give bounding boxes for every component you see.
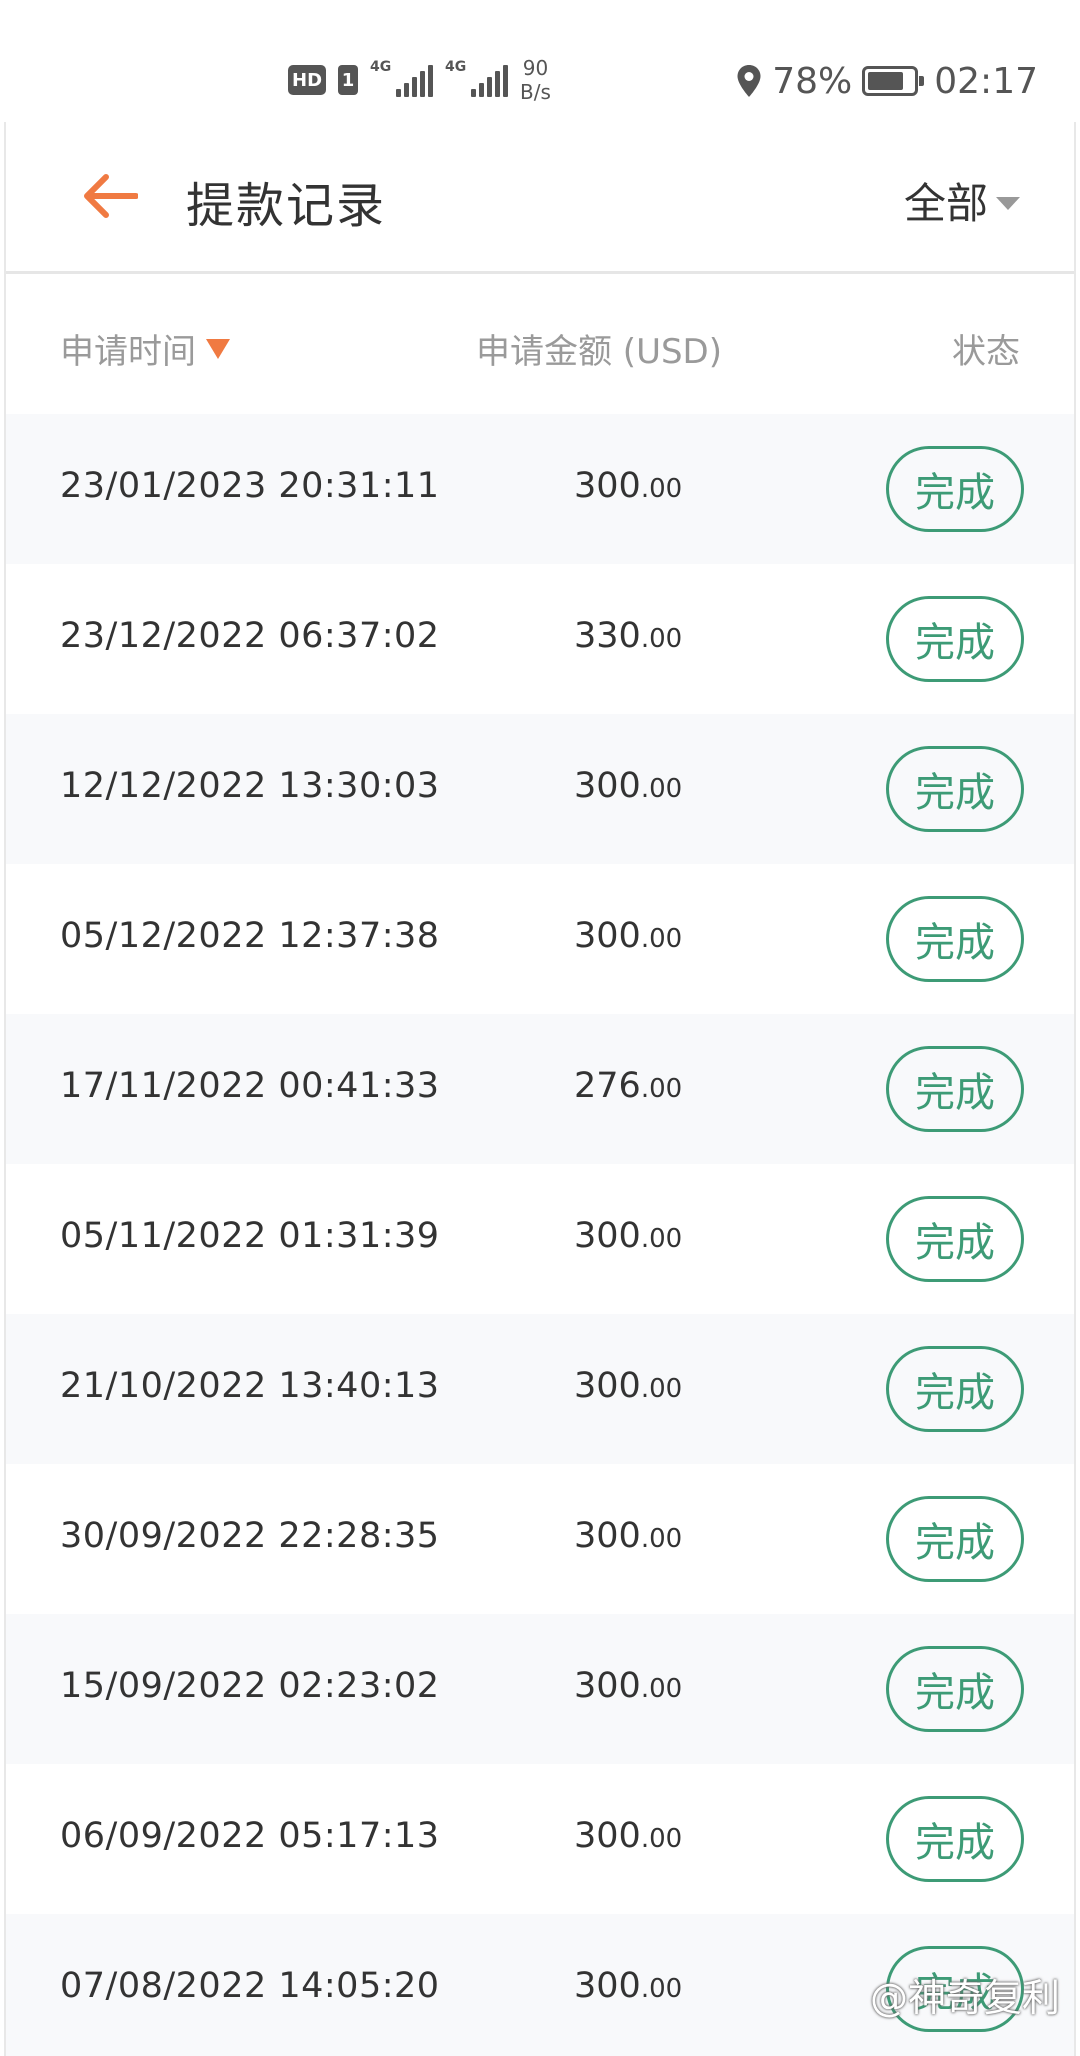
record-amount-int: 300 [574,1966,641,2006]
record-amount-dec: .00 [640,1824,683,1854]
record-time: 15/09/2022 02:23:02 [60,1666,440,1706]
record-time: 05/12/2022 12:37:38 [60,916,440,956]
records-list: 23/01/2023 20:31:11 300.00 完成 23/12/2022… [6,414,1074,2056]
status-badge: 完成 [886,1196,1024,1282]
watermark: @神奇复利 [870,1967,1060,2022]
record-amount-int: 330 [574,616,641,656]
table-row[interactable]: 15/09/2022 02:23:02 300.00 完成 [6,1614,1074,1764]
location-icon [737,65,761,97]
status-bar: HD 1 4G 4G 90 B/s 78% 02:17 [0,0,1080,122]
status-badge: 完成 [886,746,1024,832]
signal-icon: 4G [445,59,509,97]
record-amount-int: 300 [574,1366,641,1406]
table-row[interactable]: 05/11/2022 01:31:39 300.00 完成 [6,1164,1074,1314]
record-amount: 300.00 [574,916,682,956]
record-amount-int: 300 [574,1666,641,1706]
record-amount: 300.00 [574,1216,682,1256]
record-amount: 300.00 [574,1666,682,1706]
record-amount-int: 276 [574,1066,641,1106]
record-time: 30/09/2022 22:28:35 [60,1516,440,1556]
battery-percent: 78% [772,60,853,102]
record-amount: 300.00 [574,766,682,806]
status-bar-indicators: HD 1 4G 4G 90 B/s [288,50,551,110]
record-time: 17/11/2022 00:41:33 [60,1066,440,1106]
table-row[interactable]: 30/09/2022 22:28:35 300.00 完成 [6,1464,1074,1614]
content-card: 提款记录 全部 申请时间 申请金额 (USD) 状态 23/01/2023 20… [4,122,1076,2056]
status-badge: 完成 [886,896,1024,982]
column-header-time-label: 申请时间 [60,332,196,372]
column-header-status: 状态 [952,332,1020,372]
table-row[interactable]: 17/11/2022 00:41:33 276.00 完成 [6,1014,1074,1164]
network-speed: 90 B/s [520,56,551,104]
watermark-text: @神奇复利 [869,1976,1060,2020]
filter-label: 全部 [903,179,988,228]
network-type-label: 4G [370,59,392,75]
status-badge: 完成 [886,1796,1024,1882]
table-row[interactable]: 21/10/2022 13:40:13 300.00 完成 [6,1314,1074,1464]
record-amount-dec: .00 [640,1974,683,2004]
record-amount: 330.00 [574,616,682,656]
status-badge: 完成 [886,1646,1024,1732]
chevron-down-icon [996,197,1020,210]
sim-icon: 1 [338,65,359,95]
record-amount-dec: .00 [640,924,683,954]
record-amount: 300.00 [574,1366,682,1406]
record-amount-int: 300 [574,1216,641,1256]
record-time: 06/09/2022 05:17:13 [60,1816,440,1856]
record-amount-dec: .00 [640,1374,683,1404]
battery-fill [868,72,903,90]
record-time: 05/11/2022 01:31:39 [60,1216,440,1256]
table-row[interactable]: 05/12/2022 12:37:38 300.00 完成 [6,864,1074,1014]
record-amount-dec: .00 [640,1674,683,1704]
record-time: 23/01/2023 20:31:11 [60,466,440,506]
record-amount-dec: .00 [640,1224,683,1254]
record-amount: 300.00 [574,1816,682,1856]
record-amount-dec: .00 [640,774,683,804]
record-amount-int: 300 [574,916,641,956]
back-arrow-icon [84,174,138,218]
record-time: 23/12/2022 06:37:02 [60,616,440,656]
table-header: 申请时间 申请金额 (USD) 状态 [6,274,1074,414]
status-badge: 完成 [886,1046,1024,1132]
table-row[interactable]: 23/01/2023 20:31:11 300.00 完成 [6,414,1074,564]
record-amount-int: 300 [574,466,641,506]
record-amount: 300.00 [574,466,682,506]
record-amount-dec: .00 [640,1074,683,1104]
battery-icon [862,66,925,96]
network-type-label: 4G [445,59,467,75]
record-amount-dec: .00 [640,624,683,654]
record-amount-int: 300 [574,1516,641,1556]
clock: 02:17 [934,60,1038,102]
status-badge: 完成 [886,446,1024,532]
hd-icon: HD [288,65,327,95]
filter-dropdown[interactable]: 全部 [904,170,1020,231]
table-row[interactable]: 06/09/2022 05:17:13 300.00 完成 [6,1764,1074,1914]
record-amount: 276.00 [574,1066,682,1106]
signal-icon: 4G [370,59,434,97]
record-amount-int: 300 [574,766,641,806]
column-header-amount: 申请金额 (USD) [476,332,722,372]
record-amount: 300.00 [574,1516,682,1556]
record-amount-dec: .00 [640,1524,683,1554]
record-amount: 300.00 [574,1966,682,2006]
back-button[interactable] [80,168,140,224]
withdrawal-records-screen: HD 1 4G 4G 90 B/s 78% 02:17 提款记录 全部 申请时间… [0,0,1080,2056]
page-title: 提款记录 [186,178,387,234]
network-speed-value: 90 [522,56,549,80]
table-row[interactable]: 12/12/2022 13:30:03 300.00 完成 [6,714,1074,864]
table-row[interactable]: 23/12/2022 06:37:02 330.00 完成 [6,564,1074,714]
sort-desc-icon [206,338,230,359]
app-header: 提款记录 全部 [6,122,1074,274]
record-time: 21/10/2022 13:40:13 [60,1366,440,1406]
status-badge: 完成 [886,1496,1024,1582]
record-time: 12/12/2022 13:30:03 [60,766,440,806]
record-time: 07/08/2022 14:05:20 [60,1966,440,2006]
record-amount-dec: .00 [640,474,683,504]
status-bar-right: 78% 02:17 [736,56,1038,106]
network-speed-unit: B/s [520,80,551,104]
status-badge: 完成 [886,596,1024,682]
record-amount-int: 300 [574,1816,641,1856]
column-header-time[interactable]: 申请时间 [60,324,230,373]
status-badge: 完成 [886,1346,1024,1432]
